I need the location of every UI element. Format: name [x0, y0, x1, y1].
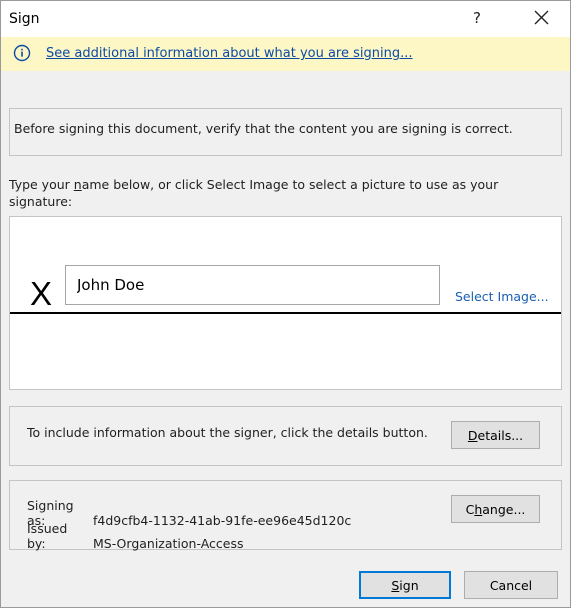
help-button[interactable]: ?	[473, 9, 481, 27]
signature-area: X Select Image...	[9, 216, 562, 390]
close-button[interactable]	[527, 6, 555, 30]
select-image-link[interactable]: Select Image...	[455, 289, 549, 304]
additional-info-link[interactable]: See additional information about what yo…	[46, 46, 413, 61]
signature-x-mark: X	[30, 275, 53, 312]
sign-dialog: Sign ? See additional information about …	[0, 0, 571, 608]
info-bar: See additional information about what yo…	[1, 37, 570, 71]
details-message: To include information about the signer,…	[27, 425, 428, 440]
sign-label: ign	[399, 577, 419, 593]
verify-panel: Before signing this document, verify tha…	[9, 108, 562, 156]
prompt-accelerator: n	[73, 177, 82, 192]
close-icon	[534, 10, 549, 25]
title-bar: Sign ?	[1, 1, 570, 37]
details-panel: To include information about the signer,…	[9, 406, 562, 466]
change-label-start: C	[465, 501, 475, 517]
details-accelerator: D	[467, 427, 478, 443]
change-label-end: ange...	[482, 501, 526, 517]
details-label: etails...	[477, 427, 524, 443]
dialog-title: Sign	[9, 11, 40, 27]
info-circle-icon	[13, 44, 31, 62]
certificate-panel: Signing as: f4d9cfb4-1132-41ab-91fe-ee96…	[9, 480, 562, 551]
verify-message: Before signing this document, verify tha…	[14, 121, 513, 136]
sign-button[interactable]: Sign	[359, 571, 451, 599]
issued-by-value: MS-Organization-Access	[92, 536, 244, 551]
issued-by-label: Issued by:	[27, 521, 68, 551]
change-accelerator: h	[474, 501, 483, 517]
prompt-text-end: ame below, or click Select Image to sele…	[9, 177, 499, 209]
cancel-button[interactable]: Cancel	[464, 571, 558, 599]
issued-by-row: Issued by: MS-Organization-Access	[27, 521, 244, 551]
prompt-text-start: Type your	[9, 177, 74, 192]
signature-line	[10, 312, 561, 314]
signer-name-input[interactable]	[65, 265, 440, 305]
sign-accelerator: S	[391, 577, 400, 593]
signature-prompt: Type your name below, or click Select Im…	[9, 176, 559, 210]
details-button[interactable]: Details...	[451, 421, 540, 449]
change-button[interactable]: Ch ange...	[451, 495, 540, 523]
